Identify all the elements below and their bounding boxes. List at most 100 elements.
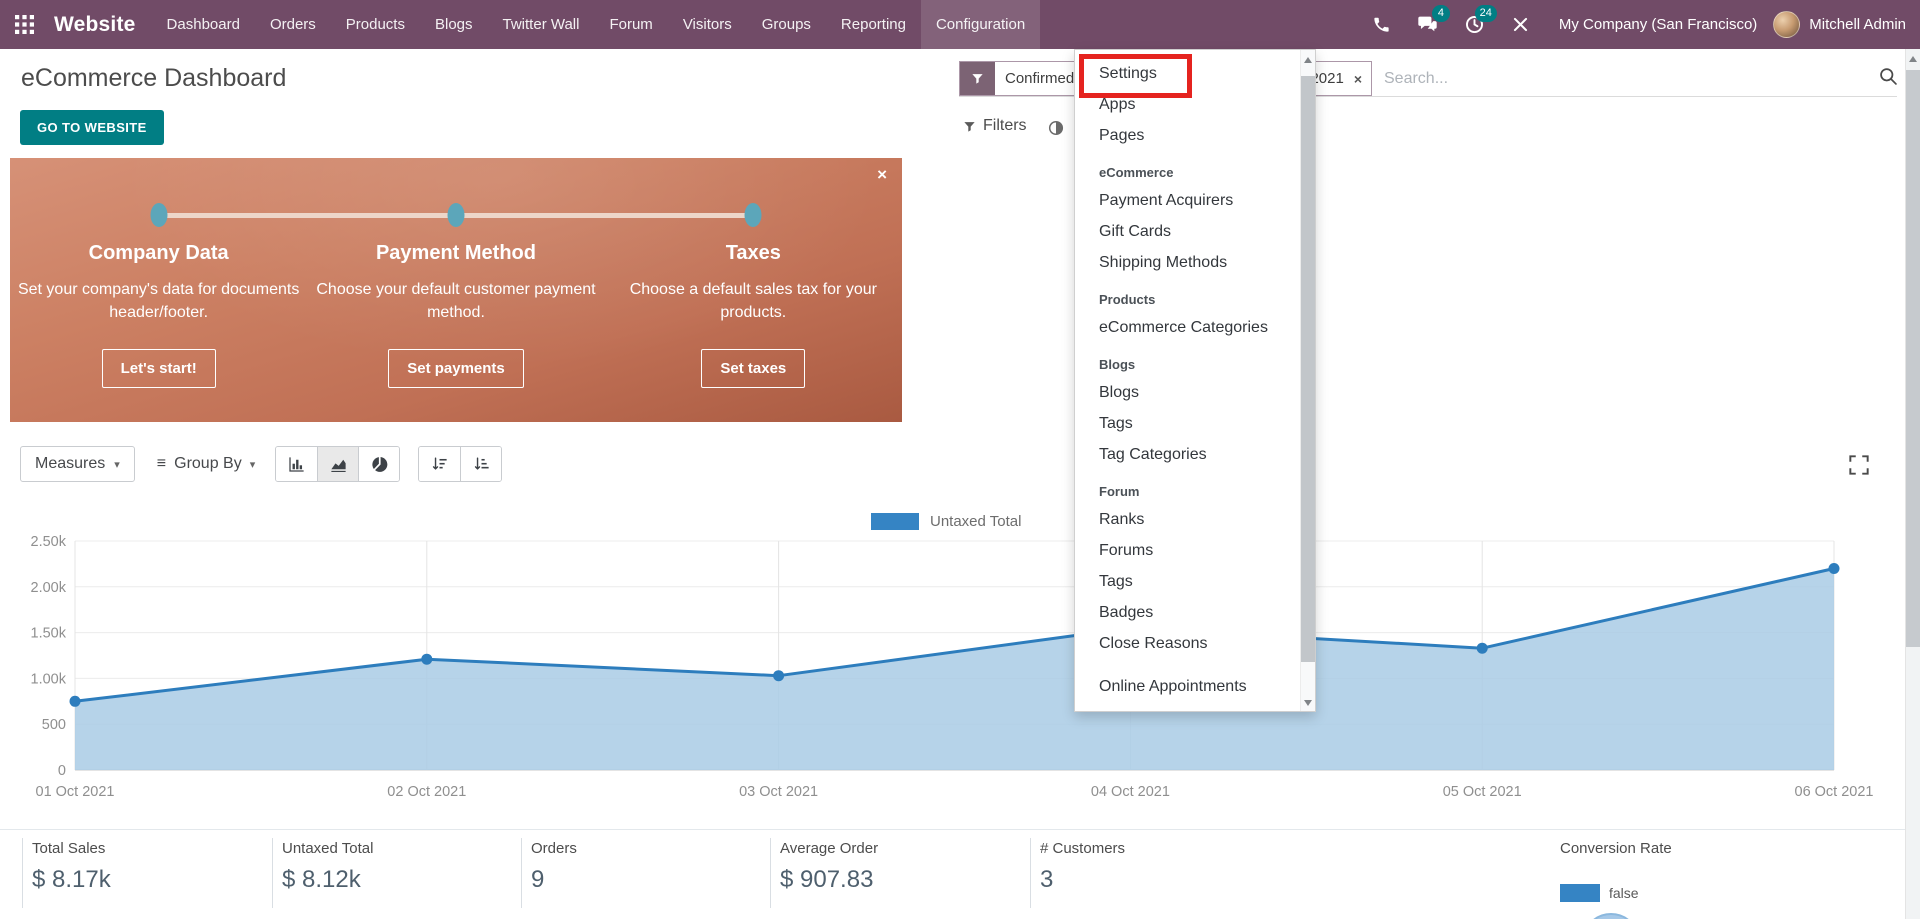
messages-count-badge: 4 xyxy=(1432,5,1450,22)
nav-menu-item[interactable]: Groups xyxy=(747,0,826,49)
page-scrollbar[interactable] xyxy=(1905,49,1920,919)
config-menu-entry[interactable]: Blogs xyxy=(1075,377,1300,408)
step-action-button[interactable]: Let's start! xyxy=(102,349,216,388)
nav-menu-item[interactable]: Configuration xyxy=(921,0,1040,49)
company-switcher[interactable]: My Company (San Francisco) xyxy=(1543,16,1773,33)
bar-chart-icon[interactable] xyxy=(276,447,317,481)
stat-card: Orders 9 xyxy=(521,838,770,908)
stat-value: 3 xyxy=(1040,866,1330,894)
svg-text:06 Oct 2021: 06 Oct 2021 xyxy=(1795,784,1874,800)
step-action-button[interactable]: Set payments xyxy=(388,349,524,388)
svg-text:03 Oct 2021: 03 Oct 2021 xyxy=(739,784,818,800)
tools-icon[interactable] xyxy=(1498,0,1543,49)
config-menu-entry[interactable]: Shipping Methods xyxy=(1075,247,1300,278)
sort-desc-icon[interactable] xyxy=(419,447,460,481)
config-menu-entry[interactable]: Badges xyxy=(1075,597,1300,628)
go-to-website-button[interactable]: GO TO WEBSITE xyxy=(20,110,164,145)
chevron-down-icon: ▾ xyxy=(114,458,120,471)
config-menu-entry[interactable]: Forum xyxy=(1075,470,1300,504)
phone-icon[interactable] xyxy=(1359,0,1404,49)
config-menu-entry[interactable]: Ranks xyxy=(1075,504,1300,535)
config-menu-entry[interactable]: Forums xyxy=(1075,535,1300,566)
config-menu-entry[interactable]: eCommerce Categories xyxy=(1075,312,1300,343)
chart-legend[interactable]: Untaxed Total xyxy=(871,513,1021,530)
facet-remove-icon[interactable]: × xyxy=(1354,62,1371,95)
user-avatar[interactable] xyxy=(1773,11,1800,38)
scrollbar-thumb[interactable] xyxy=(1906,70,1920,647)
stat-value: $ 8.17k xyxy=(32,866,272,894)
nav-menu-item[interactable]: Orders xyxy=(255,0,331,49)
group-by-button[interactable]: ≡ Group By▾ xyxy=(157,455,255,473)
config-menu-entry[interactable]: Apps xyxy=(1075,89,1300,120)
hamburger-icon: ≡ xyxy=(157,455,166,473)
graph-toolbar: Measures▾ ≡ Group By▾ xyxy=(20,446,502,482)
conversion-rate-title: Conversion Rate xyxy=(1560,840,1672,857)
filters-label: Filters xyxy=(983,117,1027,135)
config-menu-entry[interactable]: Tag Categories xyxy=(1075,439,1300,470)
banner-close-icon[interactable]: × xyxy=(877,165,887,185)
apps-grid-icon[interactable] xyxy=(0,0,48,49)
chart-type-group xyxy=(275,446,400,482)
config-menu-entry[interactable]: Payment Acquirers xyxy=(1075,185,1300,216)
sort-group xyxy=(418,446,502,482)
expand-icon[interactable] xyxy=(1846,452,1872,478)
svg-text:0: 0 xyxy=(58,763,66,779)
svg-text:04 Oct 2021: 04 Oct 2021 xyxy=(1091,784,1170,800)
step-title: Payment Method xyxy=(307,242,604,265)
config-menu-entry[interactable]: Tags xyxy=(1075,408,1300,439)
magnifier-icon[interactable] xyxy=(1878,66,1899,87)
config-menu-entry[interactable]: Online Appointments xyxy=(1075,671,1300,702)
config-menu-entry[interactable]: Settings xyxy=(1075,58,1300,89)
user-name[interactable]: Mitchell Admin xyxy=(1800,16,1920,33)
stat-label: # Customers xyxy=(1040,840,1330,857)
scroll-down-arrow-icon[interactable] xyxy=(1304,700,1312,706)
config-menu-entry[interactable]: Blogs xyxy=(1075,343,1300,377)
nav-menu-item[interactable]: Blogs xyxy=(420,0,488,49)
stat-card: Average Order $ 907.83 xyxy=(770,838,1030,908)
app-brand[interactable]: Website xyxy=(54,13,136,37)
config-menu-entry[interactable]: Close Reasons xyxy=(1075,628,1300,659)
nav-menu-item[interactable]: Forum xyxy=(594,0,667,49)
nav-menu-item[interactable]: Reporting xyxy=(826,0,921,49)
dropdown-scrollbar[interactable] xyxy=(1300,50,1315,711)
config-menu-entry[interactable]: Tags xyxy=(1075,566,1300,597)
nav-menu-item[interactable]: Visitors xyxy=(668,0,747,49)
legend-color-swatch xyxy=(871,513,919,530)
config-menu-entry[interactable]: eCommerce xyxy=(1075,151,1300,185)
nav-menu-item[interactable]: Dashboard xyxy=(152,0,255,49)
comparison-half-circle-icon[interactable] xyxy=(1047,119,1065,137)
pie-chart-icon[interactable] xyxy=(358,447,399,481)
stat-card: Untaxed Total $ 8.12k xyxy=(272,838,521,908)
funnel-icon xyxy=(963,120,976,133)
nav-menu-item[interactable]: Twitter Wall xyxy=(488,0,595,49)
activities-clock-icon[interactable]: 24 xyxy=(1451,0,1498,49)
page-title: eCommerce Dashboard xyxy=(21,64,286,93)
svg-text:1.00k: 1.00k xyxy=(31,671,67,687)
step-action-button[interactable]: Set taxes xyxy=(701,349,805,388)
step-title: Taxes xyxy=(605,242,902,265)
nav-menu-item[interactable]: Products xyxy=(331,0,420,49)
sort-asc-icon[interactable] xyxy=(460,447,501,481)
step-dot xyxy=(447,203,464,227)
stat-card: # Customers 3 xyxy=(1030,838,1330,908)
conversion-legend[interactable]: false xyxy=(1560,884,1639,902)
area-chart-icon[interactable] xyxy=(317,447,358,481)
search-input[interactable] xyxy=(1384,62,1824,95)
stat-value: $ 8.12k xyxy=(282,866,521,894)
main-menu: Dashboard Orders Products Blogs Twitter … xyxy=(152,0,1041,49)
config-menu-entry[interactable]: Pages xyxy=(1075,120,1300,151)
messages-chat-icon[interactable]: 4 xyxy=(1404,0,1451,49)
step-dot xyxy=(745,203,762,227)
scroll-up-arrow-icon[interactable] xyxy=(1304,57,1312,63)
scrollbar-thumb[interactable] xyxy=(1301,76,1315,662)
svg-text:05 Oct 2021: 05 Oct 2021 xyxy=(1443,784,1522,800)
measures-button[interactable]: Measures▾ xyxy=(20,446,135,482)
step-description: Set your company's data for documents he… xyxy=(10,278,307,324)
step-description: Choose your default customer payment met… xyxy=(307,278,604,324)
scroll-up-arrow-icon[interactable] xyxy=(1909,56,1917,62)
area-chart[interactable]: 2.50k2.00k1.50k1.00k500001 Oct 202102 Oc… xyxy=(0,530,1920,820)
config-menu-entry[interactable]: Gift Cards xyxy=(1075,216,1300,247)
filters-dropdown[interactable]: Filters xyxy=(963,117,1027,135)
svg-text:01 Oct 2021: 01 Oct 2021 xyxy=(36,784,115,800)
config-menu-entry[interactable]: Products xyxy=(1075,278,1300,312)
